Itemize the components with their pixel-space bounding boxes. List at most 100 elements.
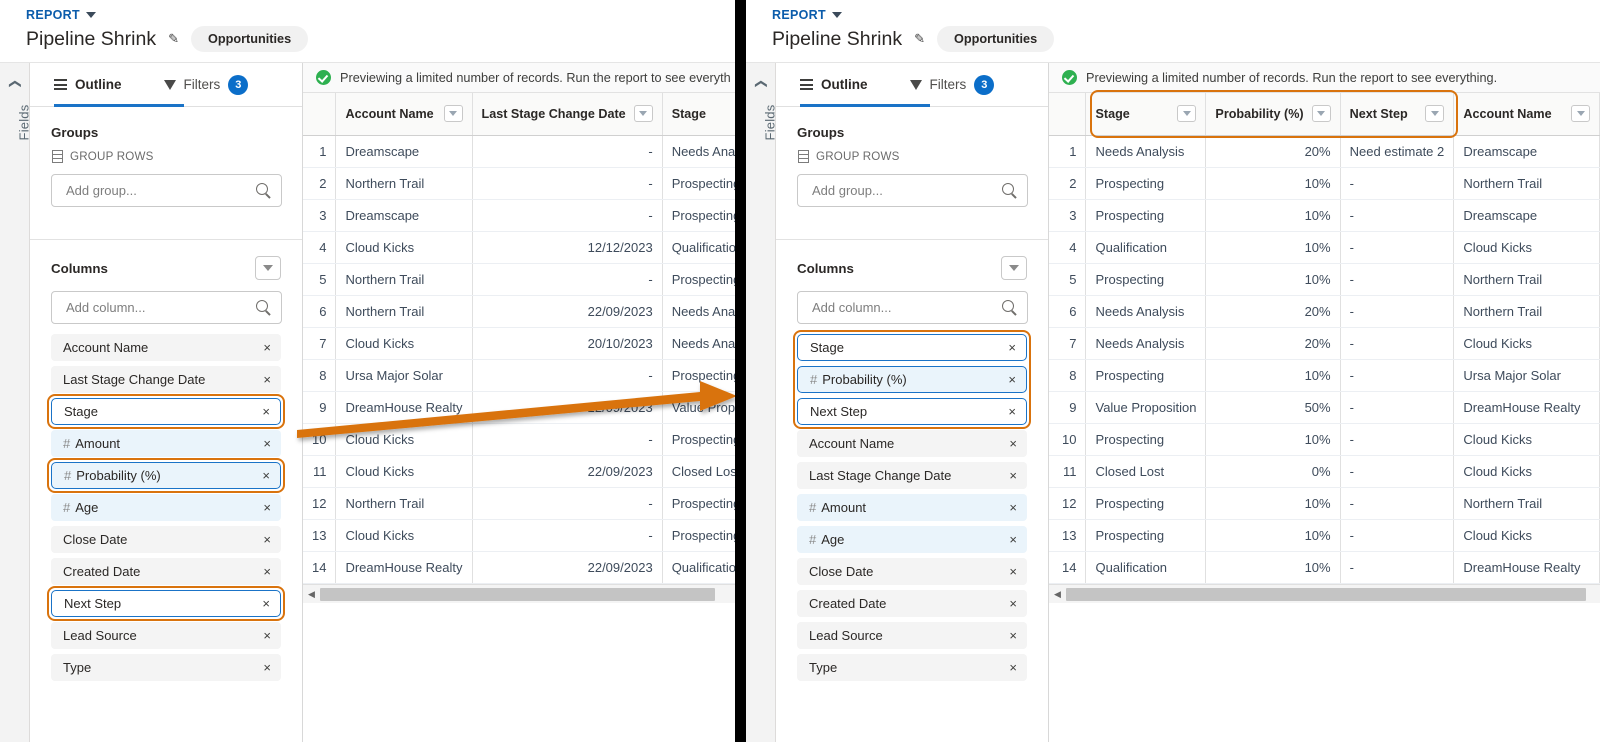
scroll-left-arrow-icon[interactable]: ◀: [1049, 589, 1066, 600]
pencil-icon[interactable]: ✎: [168, 31, 179, 47]
column-menu-icon[interactable]: [633, 105, 653, 123]
remove-column-button[interactable]: ×: [262, 404, 270, 419]
column-chip[interactable]: Type ×: [797, 654, 1027, 681]
remove-column-button[interactable]: ×: [262, 596, 270, 611]
pencil-icon[interactable]: ✎: [914, 31, 925, 47]
tab-filters[interactable]: Filters 3: [163, 74, 249, 95]
table-row[interactable]: 12 Prospecting 10% - Northern Trail: [1049, 487, 1600, 520]
remove-column-button[interactable]: ×: [1009, 628, 1017, 643]
column-header[interactable]: Account Name: [335, 93, 473, 136]
column-chip[interactable]: # Age ×: [51, 494, 281, 521]
remove-column-button[interactable]: ×: [263, 628, 271, 643]
columns-menu-button[interactable]: [1001, 256, 1027, 280]
add-group-input[interactable]: [52, 182, 242, 199]
tab-outline[interactable]: Outline: [800, 77, 868, 93]
column-header[interactable]: Last Stage Change Date: [472, 93, 663, 136]
remove-column-button[interactable]: ×: [1009, 532, 1017, 547]
remove-column-button[interactable]: ×: [263, 340, 271, 355]
table-row[interactable]: 10 Prospecting 10% - Cloud Kicks: [1049, 423, 1600, 456]
table-row[interactable]: 3 Prospecting 10% - Dreamscape: [1049, 199, 1600, 232]
remove-column-button[interactable]: ×: [263, 372, 271, 387]
table-row[interactable]: 8 Prospecting 10% - Ursa Major Solar: [1049, 359, 1600, 392]
table-row[interactable]: 7Cloud Kicks20/10/2023Needs Analysis: [303, 327, 735, 360]
column-chip[interactable]: Stage ×: [51, 398, 281, 425]
remove-column-button[interactable]: ×: [1009, 660, 1017, 675]
table-row[interactable]: 2 Prospecting 10% - Northern Trail: [1049, 167, 1600, 200]
column-chip[interactable]: Next Step ×: [51, 590, 281, 617]
chevron-right-icon[interactable]: ❯: [753, 79, 767, 89]
column-header[interactable]: Next Step: [1340, 93, 1455, 136]
add-column-input[interactable]: [798, 299, 988, 316]
fields-rail[interactable]: ❯ Fields: [0, 63, 32, 742]
remove-column-button[interactable]: ×: [263, 436, 271, 451]
add-column-search[interactable]: [797, 291, 1028, 324]
table-row[interactable]: 6 Needs Analysis 20% - Northern Trail: [1049, 295, 1600, 328]
table-row[interactable]: 13 Prospecting 10% - Cloud Kicks: [1049, 519, 1600, 552]
column-chip[interactable]: Last Stage Change Date ×: [51, 366, 281, 393]
table-row[interactable]: 9 Value Proposition 50% - DreamHouse Realty: [1049, 391, 1600, 424]
column-chip[interactable]: Close Date ×: [797, 558, 1027, 585]
table-row[interactable]: 6Northern Trail22/09/2023Needs Analysis: [303, 295, 735, 328]
column-menu-icon[interactable]: [443, 105, 463, 123]
remove-column-button[interactable]: ×: [1008, 372, 1016, 387]
table-row[interactable]: 8 Ursa Major Solar - Prospecting: [303, 359, 735, 392]
table-row[interactable]: 1 Needs Analysis 20% Need estimate 2 Dreamsc…: [1049, 135, 1600, 168]
column-header[interactable]: Account Name: [1453, 93, 1600, 136]
table-row[interactable]: 13 Cloud Kicks - Prospecting: [303, 519, 735, 552]
remove-column-button[interactable]: ×: [263, 500, 271, 515]
horizontal-scrollbar-right[interactable]: ◀: [1049, 584, 1600, 603]
remove-column-button[interactable]: ×: [1008, 404, 1016, 419]
column-chip[interactable]: Lead Source ×: [51, 622, 281, 649]
remove-column-button[interactable]: ×: [1009, 436, 1017, 451]
table-row[interactable]: 10 Cloud Kicks - Prospecting: [303, 423, 735, 456]
table-row[interactable]: 14 DreamHouse Realty 22/09/2023 Qualificati…: [303, 551, 735, 584]
scrollbar-thumb[interactable]: [1066, 587, 1586, 601]
column-chip[interactable]: Created Date ×: [51, 558, 281, 585]
tab-outline[interactable]: Outline: [54, 77, 122, 93]
remove-column-button[interactable]: ×: [262, 468, 270, 483]
column-chip[interactable]: Created Date ×: [797, 590, 1027, 617]
add-column-input[interactable]: [52, 299, 242, 316]
column-chip[interactable]: Account Name ×: [797, 430, 1027, 457]
remove-column-button[interactable]: ×: [1009, 468, 1017, 483]
column-chip[interactable]: Stage ×: [797, 334, 1027, 361]
column-header[interactable]: Probability (%): [1205, 93, 1341, 136]
column-header[interactable]: Stage: [662, 93, 735, 136]
remove-column-button[interactable]: ×: [1009, 596, 1017, 611]
scrollbar-thumb[interactable]: [320, 587, 715, 601]
column-chip[interactable]: # Amount ×: [51, 430, 281, 457]
report-breadcrumb[interactable]: REPORT: [26, 8, 96, 22]
table-row[interactable]: 12 Northern Trail - Prospecting: [303, 487, 735, 520]
horizontal-scrollbar-left[interactable]: ◀: [303, 584, 735, 603]
table-row[interactable]: 4 Qualification 10% - Cloud Kicks: [1049, 231, 1600, 264]
columns-menu-button[interactable]: [255, 256, 281, 280]
column-chip[interactable]: Close Date ×: [51, 526, 281, 553]
add-group-search[interactable]: [797, 174, 1028, 207]
add-group-input[interactable]: [798, 182, 988, 199]
table-row[interactable]: 1Dreamscape-Needs Analysis: [303, 135, 735, 168]
table-row[interactable]: 5 Northern Trail - Prospecting: [303, 263, 735, 296]
table-row[interactable]: 4Cloud Kicks12/12/2023Qualification: [303, 231, 735, 264]
table-row[interactable]: 9DreamHouse Realty22/09/2023Value Propos…: [303, 391, 735, 424]
remove-column-button[interactable]: ×: [263, 564, 271, 579]
column-menu-icon[interactable]: [1425, 105, 1445, 123]
column-chip[interactable]: # Age ×: [797, 526, 1027, 553]
add-group-search[interactable]: [51, 174, 282, 207]
remove-column-button[interactable]: ×: [263, 532, 271, 547]
column-menu-icon[interactable]: [1571, 105, 1590, 123]
column-chip[interactable]: Type ×: [51, 654, 281, 681]
column-chip[interactable]: Next Step ×: [797, 398, 1027, 425]
column-chip[interactable]: # Probability (%) ×: [797, 366, 1027, 393]
column-chip[interactable]: Lead Source ×: [797, 622, 1027, 649]
scroll-left-arrow-icon[interactable]: ◀: [303, 589, 320, 600]
remove-column-button[interactable]: ×: [1009, 500, 1017, 515]
table-row[interactable]: 11 Closed Lost 0% - Cloud Kicks: [1049, 455, 1600, 488]
report-breadcrumb[interactable]: REPORT: [772, 8, 842, 22]
remove-column-button[interactable]: ×: [263, 660, 271, 675]
fields-rail[interactable]: ❯ Fields: [746, 63, 778, 742]
remove-column-button[interactable]: ×: [1008, 340, 1016, 355]
column-chip[interactable]: # Amount ×: [797, 494, 1027, 521]
table-row[interactable]: 11 Cloud Kicks 22/09/2023 Closed Lost: [303, 455, 735, 488]
table-row[interactable]: 14 Qualification 10% - DreamHouse Realty: [1049, 551, 1600, 584]
add-column-search[interactable]: [51, 291, 282, 324]
